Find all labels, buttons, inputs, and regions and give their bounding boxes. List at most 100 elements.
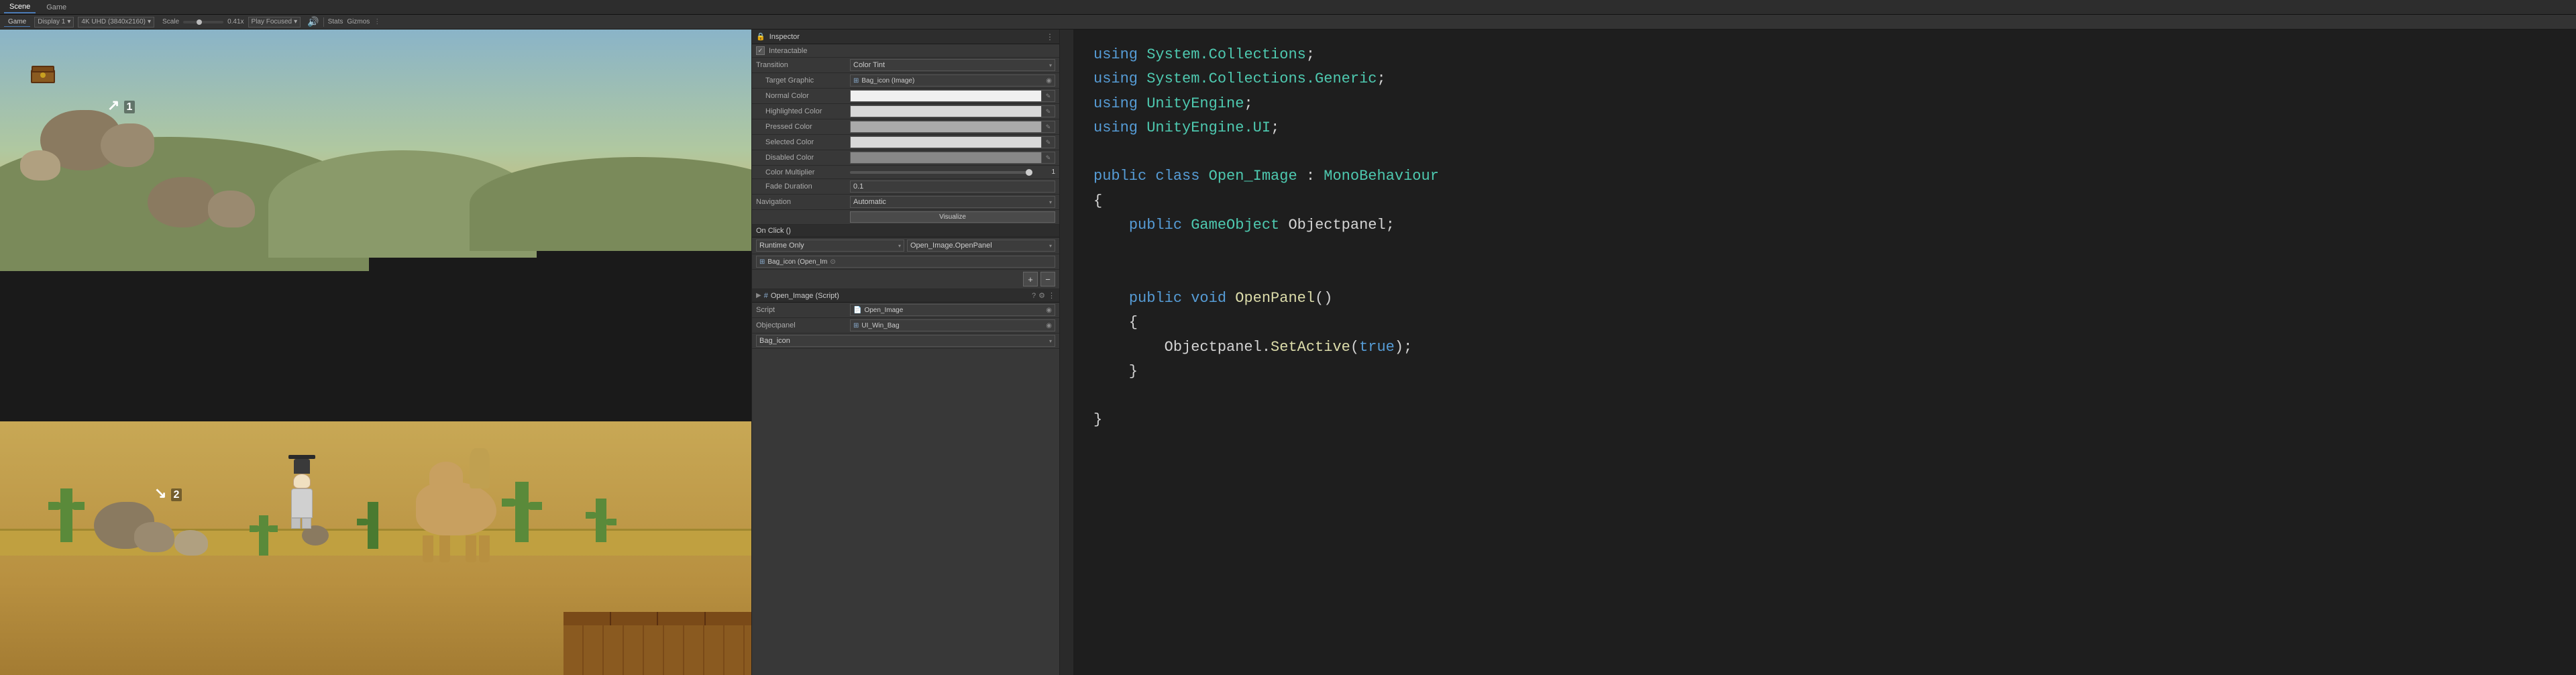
pressed-color-field[interactable]: ✎ xyxy=(850,121,1055,133)
add-listener-button[interactable]: + xyxy=(1023,272,1038,287)
runtime-only-dropdown[interactable]: Runtime Only ▾ xyxy=(756,240,904,252)
normal-color-swatch[interactable] xyxy=(851,91,1041,101)
bottom-label-dropdown[interactable]: Bag_icon ▾ xyxy=(756,335,1055,347)
visualize-value: Visualize xyxy=(850,211,1055,223)
inspector-menu-btn[interactable]: ⋮ xyxy=(1044,32,1055,42)
script-pick-icon[interactable]: ◉ xyxy=(1046,307,1052,314)
pressed-color-pick[interactable]: ✎ xyxy=(1041,121,1055,132)
transition-value-text: Color Tint xyxy=(853,61,885,69)
target-graphic-field[interactable]: ⊞ Bag_icon (Image) ◉ xyxy=(850,74,1055,87)
chevron-down-icon-3: ▾ xyxy=(294,18,297,25)
fade-duration-input[interactable]: 0.1 xyxy=(850,180,1055,193)
objectpanel-pick-icon[interactable]: ◉ xyxy=(1046,322,1052,329)
transition-value: Color Tint ▾ xyxy=(850,59,1055,71)
open-panel-dropdown[interactable]: Open_Image.OpenPanel ▾ xyxy=(907,240,1055,252)
visualize-button[interactable]: Visualize xyxy=(850,211,1055,223)
navigation-value-text: Automatic xyxy=(853,198,886,206)
scale-label: Scale xyxy=(162,18,179,25)
selected-color-label: Selected Color xyxy=(756,138,850,146)
highlighted-color-pick[interactable]: ✎ xyxy=(1041,106,1055,117)
object-pick-icon[interactable]: ◉ xyxy=(1046,77,1052,85)
selected-color-field[interactable]: ✎ xyxy=(850,136,1055,148)
display-dropdown[interactable]: Display 1 ▾ xyxy=(34,17,74,28)
game-view-tab[interactable]: Game xyxy=(4,17,30,27)
remove-listener-button[interactable]: − xyxy=(1040,272,1055,287)
rock-lower-2 xyxy=(134,522,174,552)
normal-color-pick[interactable]: ✎ xyxy=(1041,91,1055,101)
side-bar xyxy=(1060,30,1073,675)
resolution-label: 4K UHD (3840x2160) xyxy=(81,18,146,25)
script-icon: 📄 xyxy=(853,307,861,314)
navigation-dropdown[interactable]: Automatic ▾ xyxy=(850,196,1055,208)
play-focused-dropdown[interactable]: Play Focused ▾ xyxy=(248,17,301,28)
game-viewport[interactable]: ↗ 1 ↘ 2 xyxy=(0,30,751,675)
highlighted-color-swatch[interactable] xyxy=(851,106,1041,117)
scale-slider-thumb[interactable] xyxy=(197,19,202,25)
scene-tab[interactable]: Scene xyxy=(4,1,36,13)
selected-color-swatch[interactable] xyxy=(851,137,1041,148)
listener-field[interactable]: ⊞ Bag_icon (Open_Im ⊙ xyxy=(756,256,1055,268)
color-multiplier-value: 1 xyxy=(850,168,1055,176)
highlighted-color-value: ✎ xyxy=(850,105,1055,117)
selected-color-value: ✎ xyxy=(850,136,1055,148)
fade-duration-value: 0.1 xyxy=(850,180,1055,193)
script-section-actions: ? ⚙ ⋮ xyxy=(1032,291,1055,300)
separator-1 xyxy=(323,17,324,27)
color-multiplier-slider[interactable]: 1 xyxy=(850,168,1055,176)
arrow-2: ↘ 2 xyxy=(154,484,182,502)
game-tab[interactable]: Game xyxy=(41,2,72,13)
slider-thumb-1[interactable] xyxy=(1026,169,1032,176)
script-help-btn[interactable]: ? xyxy=(1032,292,1036,300)
stats-button[interactable]: Stats xyxy=(328,18,343,25)
selected-color-pick[interactable]: ✎ xyxy=(1041,137,1055,148)
scale-slider[interactable] xyxy=(183,21,223,23)
runtime-only-label: Runtime Only xyxy=(759,242,804,250)
game-toolbar: Game Display 1 ▾ 4K UHD (3840x2160) ▾ Sc… xyxy=(0,15,2576,30)
listener-pick-icon[interactable]: ⊙ xyxy=(830,258,835,266)
bottom-label-row: Bag_icon ▾ xyxy=(752,333,1059,349)
image-icon: ⊞ xyxy=(853,77,859,85)
pressed-color-swatch[interactable] xyxy=(851,121,1041,132)
cactus-3 xyxy=(362,502,373,549)
wooden-structure xyxy=(564,609,751,675)
script-settings-btn[interactable]: ⚙ xyxy=(1038,291,1045,300)
cactus-2 xyxy=(255,515,264,556)
more-options-icon[interactable]: ⋮ xyxy=(374,18,380,25)
highlighted-color-field[interactable]: ✎ xyxy=(850,105,1055,117)
chevron-down-icon-7: ▾ xyxy=(1049,243,1052,249)
objectpanel-field[interactable]: ⊞ UI_Win_Bag ◉ xyxy=(850,319,1055,331)
transition-row: Transition Color Tint ▾ xyxy=(752,58,1059,73)
rock-mid-1 xyxy=(148,177,215,227)
inspector-title: Inspector xyxy=(769,33,800,41)
script-section-header[interactable]: ▶ # Open_Image (Script) ? ⚙ ⋮ xyxy=(752,289,1059,303)
script-label: Script xyxy=(756,306,850,314)
objectpanel-row: Objectpanel ⊞ UI_Win_Bag ◉ xyxy=(752,318,1059,333)
disabled-color-value: ✎ xyxy=(850,152,1055,164)
transition-label: Transition xyxy=(756,61,850,69)
interactable-checkbox[interactable] xyxy=(756,46,765,55)
chevron-down-icon-2: ▾ xyxy=(148,18,151,25)
play-focused-label: Play Focused xyxy=(252,18,292,25)
audio-icon[interactable]: 🔊 xyxy=(307,16,319,28)
disabled-color-swatch[interactable] xyxy=(851,152,1041,163)
inspector-header: 🔒 Inspector ⋮ xyxy=(752,30,1059,44)
resolution-dropdown[interactable]: 4K UHD (3840x2160) ▾ xyxy=(78,17,154,28)
cactus-5 xyxy=(590,499,601,542)
color-multiplier-value-text: 1 xyxy=(1035,168,1055,176)
code-block: using System.Collections; using System.C… xyxy=(1093,43,2556,433)
script-field[interactable]: 📄 Open_Image ◉ xyxy=(850,304,1055,316)
onclick-header: On Click () xyxy=(752,225,1059,238)
lock-icon[interactable]: 🔒 xyxy=(756,32,765,41)
gizmos-button[interactable]: Gizmos xyxy=(347,18,370,25)
navigation-row: Navigation Automatic ▾ xyxy=(752,195,1059,210)
rock-mid-2 xyxy=(208,191,255,227)
disabled-color-field[interactable]: ✎ xyxy=(850,152,1055,164)
chevron-down-icon-5: ▾ xyxy=(1049,199,1052,205)
script-more-btn[interactable]: ⋮ xyxy=(1048,291,1055,300)
transition-dropdown[interactable]: Color Tint ▾ xyxy=(850,59,1055,71)
fade-duration-row: Fade Duration 0.1 xyxy=(752,179,1059,195)
normal-color-field[interactable]: ✎ xyxy=(850,90,1055,102)
camel xyxy=(416,482,496,535)
disabled-color-pick[interactable]: ✎ xyxy=(1041,152,1055,163)
chevron-down-icon-6: ▾ xyxy=(898,243,901,249)
